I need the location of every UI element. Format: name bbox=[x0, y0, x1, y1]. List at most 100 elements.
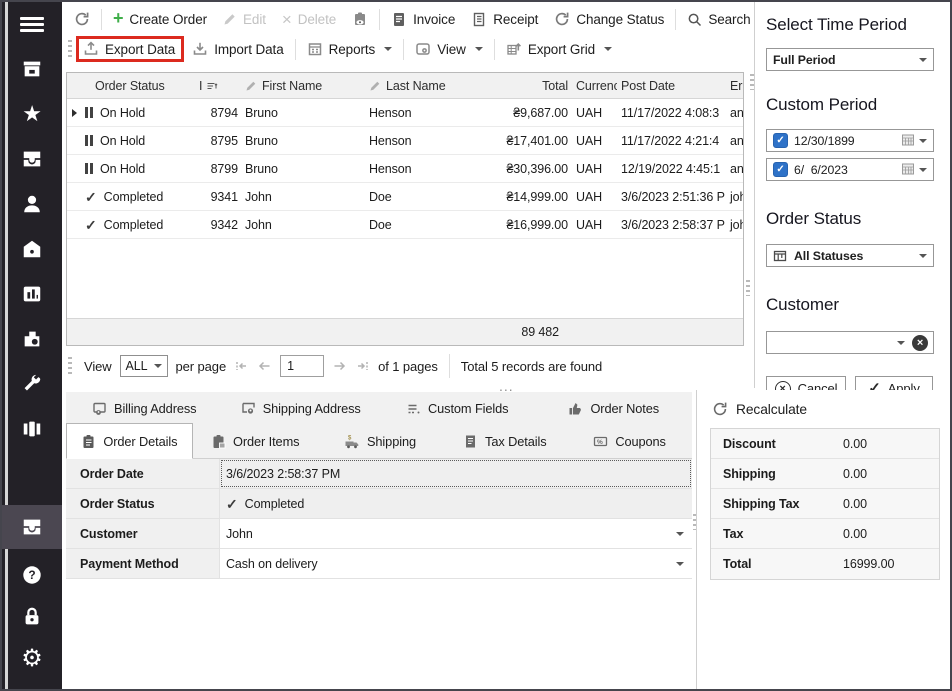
toolbar-grip[interactable] bbox=[68, 40, 72, 58]
sidebar-item-store[interactable] bbox=[2, 46, 62, 91]
preview-order-button[interactable] bbox=[344, 6, 376, 32]
grid-header-row: Order Status I First Name Last Name Tota… bbox=[67, 73, 743, 99]
column-header-first-name[interactable]: First Name bbox=[241, 79, 365, 93]
column-header-order-status[interactable]: Order Status bbox=[81, 79, 197, 93]
sidebar-item-statistics[interactable] bbox=[2, 271, 62, 316]
payment-method-dropdown[interactable]: Cash on delivery bbox=[220, 549, 692, 578]
splitter-grip[interactable] bbox=[746, 280, 750, 296]
search-button[interactable]: Search bbox=[679, 6, 758, 32]
customer-dropdown[interactable]: John bbox=[220, 519, 692, 548]
next-page-button[interactable] bbox=[332, 359, 347, 373]
svg-text:?: ? bbox=[28, 568, 35, 582]
tab-order-notes[interactable]: Order Notes bbox=[536, 392, 693, 425]
order-date-field[interactable]: 3/6/2023 2:58:37 PM bbox=[220, 459, 692, 488]
completed-check-icon: ✓ bbox=[226, 497, 238, 511]
on-hold-icon bbox=[85, 107, 93, 118]
on-hold-icon bbox=[85, 135, 93, 146]
help-icon: ? bbox=[21, 564, 43, 586]
customer-combobox[interactable]: × bbox=[766, 331, 934, 354]
totals-row-tax: Tax 0.00 bbox=[711, 519, 939, 549]
pager-grip[interactable] bbox=[68, 357, 72, 375]
invoice-button[interactable]: Invoice bbox=[383, 6, 463, 32]
checkbox-checked-icon[interactable]: ✓ bbox=[773, 162, 788, 177]
page-size-select[interactable]: ALL bbox=[120, 355, 168, 377]
column-header-currency[interactable]: Currency bbox=[571, 79, 617, 93]
column-header-id[interactable]: I bbox=[197, 79, 241, 93]
order-details-form: Order Date 3/6/2023 2:58:37 PM Order Sta… bbox=[66, 459, 692, 579]
export-data-label: Export Data bbox=[105, 42, 175, 57]
menu-button[interactable] bbox=[2, 2, 62, 46]
recalculate-button[interactable]: Recalculate bbox=[712, 401, 952, 417]
order-status-select[interactable]: All Statuses bbox=[766, 244, 934, 267]
puzzle-icon bbox=[21, 328, 43, 350]
reports-button[interactable]: Reports bbox=[299, 36, 401, 62]
table-row[interactable]: ✓Completed 9342 John Doe ₴16,999.00 UAH … bbox=[67, 211, 743, 239]
form-row-order-status: Order Status ✓ Completed bbox=[66, 489, 692, 519]
splitter-grip[interactable] bbox=[750, 74, 754, 90]
filter-panel: Select Time Period Full Period Custom Pe… bbox=[754, 2, 952, 388]
column-header-total[interactable]: Total bbox=[487, 79, 571, 93]
chevron-down-icon bbox=[384, 47, 392, 51]
order-status-heading: Order Status bbox=[766, 209, 952, 229]
sidebar-item-help[interactable]: ? bbox=[2, 554, 62, 595]
time-period-select[interactable]: Full Period bbox=[766, 48, 934, 71]
sidebar-item-settings[interactable]: ⚙ bbox=[2, 638, 62, 679]
customer-heading: Customer bbox=[766, 295, 952, 315]
view-button[interactable]: View bbox=[407, 36, 491, 62]
date-to-field[interactable]: ✓ 6/ 6/2023 bbox=[766, 158, 934, 181]
edit-button[interactable]: Edit bbox=[215, 6, 274, 32]
tab-tax-details[interactable]: Tax Details bbox=[442, 425, 567, 458]
checkbox-checked-icon[interactable]: ✓ bbox=[773, 133, 788, 148]
tab-shipping-address[interactable]: Shipping Address bbox=[223, 392, 380, 425]
sidebar-item-tools[interactable] bbox=[2, 361, 62, 406]
table-row[interactable]: ✓Completed 9341 John Doe ₴14,999.00 UAH … bbox=[67, 183, 743, 211]
export-data-button[interactable]: Export Data bbox=[76, 36, 184, 62]
receipt-button[interactable]: Receipt bbox=[463, 6, 546, 32]
tab-custom-fields[interactable]: Custom Fields bbox=[379, 392, 536, 425]
sidebar-item-devices[interactable] bbox=[2, 406, 62, 451]
sidebar-item-favorites[interactable]: ★ bbox=[2, 91, 62, 136]
refresh-button[interactable] bbox=[66, 6, 98, 32]
sidebar-item-orders-selected[interactable] bbox=[2, 505, 62, 549]
cell-first-name: John bbox=[241, 190, 365, 204]
tax-value: 0.00 bbox=[843, 527, 867, 541]
order-date-label: Order Date bbox=[66, 459, 220, 488]
tab-order-items[interactable]: Order Items bbox=[193, 425, 318, 458]
sidebar-item-products[interactable] bbox=[2, 226, 62, 271]
create-order-label: Create Order bbox=[129, 12, 207, 27]
table-row[interactable]: On Hold 8794 Bruno Henson ₴9,687.00 UAH … bbox=[67, 99, 743, 127]
column-header-post-date[interactable]: Post Date bbox=[617, 79, 727, 93]
toolbar-separator bbox=[295, 39, 296, 60]
column-header-last-name[interactable]: Last Name bbox=[365, 79, 487, 93]
tab-coupons[interactable]: % Coupons bbox=[567, 425, 692, 458]
wrench-icon bbox=[21, 373, 43, 395]
sidebar-item-customers[interactable] bbox=[2, 181, 62, 226]
last-page-button[interactable] bbox=[355, 359, 370, 373]
date-from-field[interactable]: ✓ 12/30/1899 bbox=[766, 129, 934, 152]
statuses-icon bbox=[773, 249, 787, 263]
tab-order-details[interactable]: Order Details bbox=[66, 423, 193, 459]
column-header-email[interactable]: Er bbox=[727, 79, 743, 93]
sidebar-item-lock[interactable] bbox=[2, 596, 62, 637]
first-page-button[interactable] bbox=[234, 359, 249, 373]
sidebar-item-orders[interactable] bbox=[2, 136, 62, 181]
table-row[interactable]: On Hold 8799 Bruno Henson ₴30,396.00 UAH… bbox=[67, 155, 743, 183]
change-status-button[interactable]: Change Status bbox=[546, 6, 672, 32]
import-data-button[interactable]: Import Data bbox=[184, 36, 291, 62]
cell-id: 9342 bbox=[197, 218, 241, 232]
previous-page-button[interactable] bbox=[257, 359, 272, 373]
devices-icon bbox=[21, 418, 43, 440]
create-order-button[interactable]: + Create Order bbox=[105, 6, 215, 32]
tab-shipping[interactable]: $ Shipping bbox=[318, 425, 443, 458]
star-icon: ★ bbox=[22, 103, 42, 125]
order-status-field[interactable]: ✓ Completed bbox=[220, 489, 692, 518]
sidebar: ★ ? ⚙ bbox=[2, 2, 62, 689]
sidebar-item-plugins[interactable] bbox=[2, 316, 62, 361]
per-page-label: per page bbox=[176, 359, 227, 374]
clear-customer-icon[interactable]: × bbox=[912, 335, 928, 351]
export-grid-button[interactable]: Export Grid bbox=[498, 36, 620, 62]
table-row[interactable]: On Hold 8795 Bruno Henson ₴17,401.00 UAH… bbox=[67, 127, 743, 155]
delete-button[interactable]: × Delete bbox=[274, 6, 344, 32]
tab-billing-address[interactable]: Billing Address bbox=[66, 392, 223, 425]
page-number-input[interactable]: 1 bbox=[280, 355, 324, 377]
